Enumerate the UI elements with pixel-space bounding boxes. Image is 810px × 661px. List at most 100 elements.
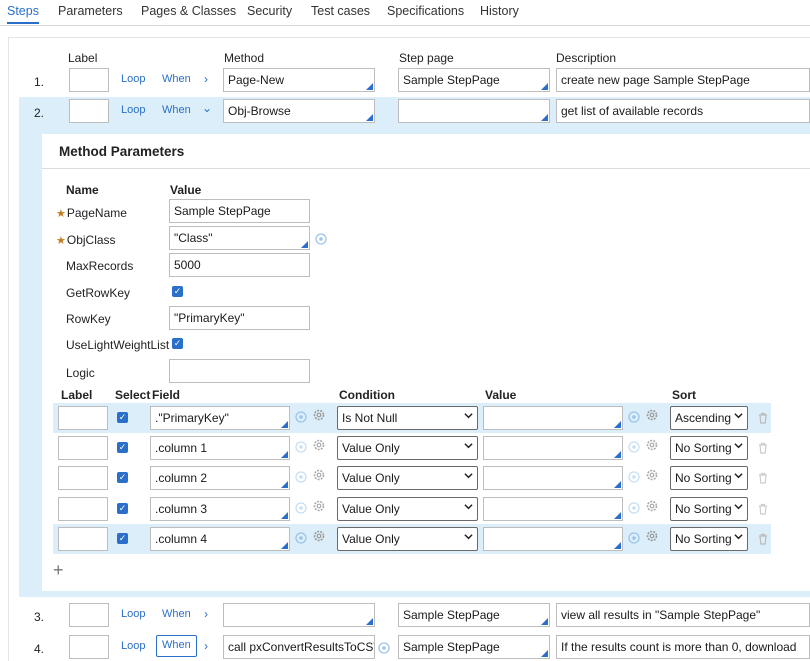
cond-value-input[interactable] — [483, 466, 623, 490]
description-input[interactable]: If the results count is more than 0, dow… — [556, 635, 810, 659]
gear-icon[interactable] — [312, 408, 326, 422]
target-icon[interactable] — [627, 501, 641, 515]
method-input[interactable]: Obj-Browse — [223, 99, 375, 123]
method-input[interactable] — [223, 603, 375, 627]
loop-link[interactable]: Loop — [121, 608, 145, 620]
cond-label-input[interactable] — [58, 497, 108, 521]
tab-parameters[interactable]: Parameters — [58, 4, 123, 18]
step-page-input[interactable]: Sample StepPage — [398, 68, 550, 92]
target-icon[interactable] — [294, 531, 308, 545]
objclass-input[interactable]: "Class" — [169, 226, 310, 250]
step-label-input[interactable] — [69, 68, 109, 92]
loop-link[interactable]: Loop — [121, 73, 145, 85]
trash-icon[interactable] — [756, 502, 770, 516]
description-input[interactable]: view all results in "Sample StepPage" — [556, 603, 810, 627]
gear-icon[interactable] — [312, 529, 326, 543]
condition-select[interactable]: Value Only — [337, 497, 478, 521]
trash-icon[interactable] — [756, 411, 770, 425]
step-page-input[interactable]: Sample StepPage — [398, 603, 550, 627]
cond-label-input[interactable] — [58, 527, 108, 551]
condition-select[interactable]: Value Only — [337, 466, 478, 490]
sort-select[interactable]: No Sorting — [670, 527, 748, 551]
cond-label-input[interactable] — [58, 466, 108, 490]
when-link[interactable]: When — [162, 104, 191, 116]
target-icon[interactable] — [377, 641, 391, 655]
step-label-input[interactable] — [69, 99, 109, 123]
gear-icon[interactable] — [312, 468, 326, 482]
cond-value-input[interactable] — [483, 527, 623, 551]
tab-test-cases[interactable]: Test cases — [311, 4, 370, 18]
target-icon[interactable] — [627, 410, 641, 424]
tab-security[interactable]: Security — [247, 4, 292, 18]
add-condition-button[interactable]: + — [53, 561, 64, 579]
pagename-input[interactable]: Sample StepPage — [169, 199, 310, 223]
field-input[interactable]: .column 2 — [150, 466, 290, 490]
target-icon[interactable] — [294, 440, 308, 454]
gear-icon[interactable] — [645, 529, 659, 543]
step-label-input[interactable] — [69, 635, 109, 659]
tab-steps[interactable]: Steps — [7, 4, 39, 24]
loop-link[interactable]: Loop — [121, 104, 145, 116]
target-icon[interactable] — [294, 470, 308, 484]
condition-select[interactable]: Value Only — [337, 436, 478, 460]
trash-icon[interactable] — [756, 441, 770, 455]
gear-icon[interactable] — [312, 438, 326, 452]
gear-icon[interactable] — [645, 408, 659, 422]
when-link[interactable]: When — [162, 73, 191, 85]
when-link[interactable]: When — [162, 608, 191, 620]
chevron-right-icon[interactable]: › — [204, 72, 208, 86]
target-icon[interactable] — [627, 470, 641, 484]
uselightweightlist-checkbox[interactable]: ✓ — [172, 338, 183, 349]
condition-select[interactable]: Value Only — [337, 527, 478, 551]
rowkey-input[interactable]: "PrimaryKey" — [169, 306, 310, 330]
step-page-input[interactable] — [398, 99, 550, 123]
description-input[interactable]: create new page Sample StepPage — [556, 68, 810, 92]
method-input[interactable]: call pxConvertResultsToCSV — [223, 635, 375, 659]
chevron-right-icon[interactable]: › — [204, 639, 208, 653]
gear-icon[interactable] — [312, 499, 326, 513]
target-icon[interactable] — [314, 232, 328, 246]
getrowkey-checkbox[interactable]: ✓ — [172, 286, 183, 297]
loop-link[interactable]: Loop — [121, 640, 145, 652]
logic-input[interactable] — [169, 359, 310, 383]
tab-pages-classes[interactable]: Pages & Classes — [141, 4, 236, 18]
chevron-down-icon[interactable]: ⌄ — [202, 101, 212, 115]
select-checkbox[interactable]: ✓ — [117, 503, 128, 514]
gear-icon[interactable] — [645, 499, 659, 513]
target-icon[interactable] — [627, 440, 641, 454]
sort-select[interactable]: Ascending — [670, 406, 748, 430]
gear-icon[interactable] — [645, 468, 659, 482]
description-input[interactable]: get list of available records — [556, 99, 810, 123]
target-icon[interactable] — [627, 531, 641, 545]
select-checkbox[interactable]: ✓ — [117, 533, 128, 544]
trash-icon[interactable] — [756, 532, 770, 546]
select-checkbox[interactable]: ✓ — [117, 412, 128, 423]
field-input[interactable]: .column 3 — [150, 497, 290, 521]
target-icon[interactable] — [294, 501, 308, 515]
sort-select[interactable]: No Sorting — [670, 436, 748, 460]
field-input[interactable]: .column 4 — [150, 527, 290, 551]
sort-select[interactable]: No Sorting — [670, 466, 748, 490]
method-input[interactable]: Page-New — [223, 68, 375, 92]
cond-value-input[interactable] — [483, 406, 623, 430]
field-input[interactable]: ."PrimaryKey" — [150, 406, 290, 430]
field-input[interactable]: .column 1 — [150, 436, 290, 460]
step-page-input[interactable]: Sample StepPage — [398, 635, 550, 659]
step-label-input[interactable] — [69, 603, 109, 627]
cond-label-input[interactable] — [58, 436, 108, 460]
select-checkbox[interactable]: ✓ — [117, 442, 128, 453]
trash-icon[interactable] — [756, 471, 770, 485]
cond-label-input[interactable] — [58, 406, 108, 430]
select-checkbox[interactable]: ✓ — [117, 472, 128, 483]
tab-specifications[interactable]: Specifications — [387, 4, 464, 18]
maxrecords-input[interactable]: 5000 — [169, 253, 310, 277]
when-button[interactable]: When — [156, 635, 197, 657]
condition-select[interactable]: Is Not Null — [337, 406, 478, 430]
chevron-right-icon[interactable]: › — [204, 607, 208, 621]
tab-history[interactable]: History — [480, 4, 519, 18]
cond-value-input[interactable] — [483, 436, 623, 460]
sort-select[interactable]: No Sorting — [670, 497, 748, 521]
gear-icon[interactable] — [645, 438, 659, 452]
cond-value-input[interactable] — [483, 497, 623, 521]
target-icon[interactable] — [294, 410, 308, 424]
